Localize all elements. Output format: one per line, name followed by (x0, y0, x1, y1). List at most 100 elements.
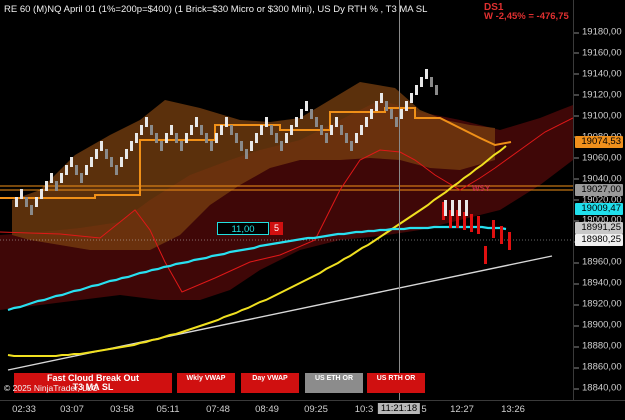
day-vwap-button[interactable]: Day VWAP (241, 373, 299, 393)
renko-brick (170, 125, 173, 135)
renko-brick (180, 141, 183, 151)
renko-brick (65, 165, 68, 175)
renko-brick (305, 101, 308, 111)
price-tick-label: 18900,00 (574, 319, 622, 331)
price-axis[interactable]: 19180,00 19160,00 19140,00 19120,00 19100,00… (573, 0, 625, 400)
renko-brick (355, 133, 358, 143)
renko-brick-red (484, 246, 487, 264)
renko-brick (345, 133, 348, 143)
renko-brick (200, 125, 203, 135)
chart-canvas[interactable]: RE 60 (M)NQ April 01 (1%=200p=$400) (1 B… (0, 0, 573, 400)
renko-brick-red (492, 220, 495, 238)
renko-brick (275, 133, 278, 143)
renko-brick (160, 141, 163, 151)
us-eth-or-button[interactable]: US ETH OR (305, 373, 363, 393)
renko-brick (390, 109, 393, 119)
renko-brick (55, 181, 58, 191)
renko-brick-red (508, 232, 511, 250)
renko-brick (90, 157, 93, 167)
renko-brick (290, 125, 293, 135)
renko-brick (175, 133, 178, 143)
renko-brick (15, 197, 18, 207)
time-label: 03:07 (60, 404, 84, 415)
renko-brick (265, 117, 268, 127)
renko-brick (145, 117, 148, 127)
renko-brick (190, 125, 193, 135)
crosshair-vertical (399, 0, 400, 400)
price-tick-label: 19040,00 (574, 173, 622, 185)
renko-brick (50, 173, 53, 183)
renko-brick (315, 117, 318, 127)
price-tick-label: 19180,00 (574, 26, 622, 38)
renko-brick (235, 133, 238, 143)
wkly-vwap-button[interactable]: Wkly VWAP (177, 373, 235, 393)
renko-brick (458, 200, 461, 216)
renko-brick (330, 125, 333, 135)
price-marker: 19009,47 (575, 203, 623, 215)
copyright-text: © 2025 NinjaTrader, LLC (4, 383, 98, 393)
renko-brick (210, 141, 213, 151)
time-label: 10:3 (354, 404, 374, 415)
time-axis[interactable]: 02:33 03:07 03:58 05:11 07:48 08:49 09:2… (0, 400, 625, 420)
renko-brick (220, 125, 223, 135)
renko-brick (410, 93, 413, 103)
renko-brick (240, 141, 243, 151)
renko-brick (95, 149, 98, 159)
renko-brick (130, 141, 133, 151)
renko-brick (150, 125, 153, 135)
renko-brick (75, 165, 78, 175)
renko-brick (135, 133, 138, 143)
renko-brick (155, 133, 158, 143)
time-label: 05:11 (156, 404, 180, 415)
renko-brick (395, 117, 398, 127)
renko-brick (215, 133, 218, 143)
renko-brick (25, 197, 28, 207)
time-label: 13:26 (501, 404, 525, 415)
value-badge: 5 (270, 222, 283, 235)
renko-brick (310, 109, 313, 119)
price-tick-label: 19160,00 (574, 47, 622, 59)
renko-brick (185, 133, 188, 143)
renko-brick (320, 125, 323, 135)
renko-brick (35, 197, 38, 207)
us-rth-or-button[interactable]: US RTH OR (367, 373, 425, 393)
renko-brick (80, 173, 83, 183)
renko-brick (45, 181, 48, 191)
renko-brick (350, 141, 353, 151)
renko-brick (230, 125, 233, 135)
renko-brick (140, 125, 143, 135)
price-marker: 18991,25 (575, 222, 623, 234)
renko-brick (425, 69, 428, 79)
price-tick-label: 19100,00 (574, 110, 622, 122)
renko-brick (270, 125, 273, 135)
price-tick-label: 18960,00 (574, 256, 622, 268)
renko-brick (380, 93, 383, 103)
renko-brick-red (500, 226, 503, 244)
renko-brick (400, 109, 403, 119)
renko-brick (385, 101, 388, 111)
renko-brick (100, 141, 103, 151)
renko-brick (165, 133, 168, 143)
price-marker: 18980,25 (575, 234, 623, 246)
chart-title: RE 60 (M)NQ April 01 (1%=200p=$400) (1 B… (4, 4, 428, 15)
renko-brick (451, 200, 454, 216)
renko-brick (365, 117, 368, 127)
renko-brick (430, 77, 433, 87)
renko-brick (70, 157, 73, 167)
renko-brick (105, 149, 108, 159)
renko-brick (30, 205, 33, 215)
price-tick-label: 18860,00 (574, 361, 622, 373)
time-label: 12:27 (450, 404, 474, 415)
renko-brick (285, 133, 288, 143)
time-label: 02:33 (12, 404, 36, 415)
renko-brick (405, 101, 408, 111)
renko-brick-red (477, 216, 480, 234)
time-label: 03:58 (110, 404, 134, 415)
renko-brick (115, 165, 118, 175)
renko-brick (60, 173, 63, 183)
value-label: 11,00 (217, 222, 269, 235)
renko-brick (250, 141, 253, 151)
renko-brick (20, 189, 23, 199)
renko-brick (325, 133, 328, 143)
renko-brick (255, 133, 258, 143)
